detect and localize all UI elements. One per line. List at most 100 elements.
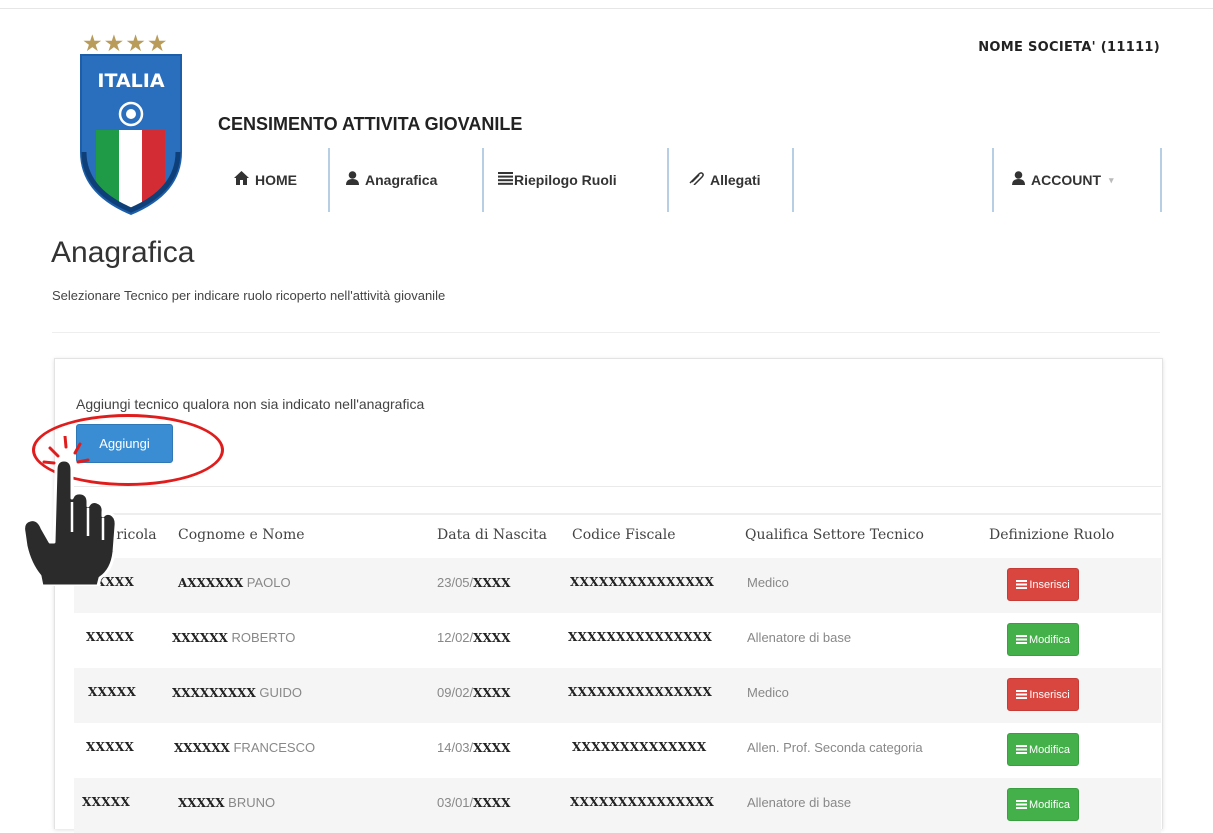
- cell-data-dm: 12/02/: [437, 630, 474, 645]
- button-label: Modifica: [1029, 633, 1070, 646]
- cell-data-dm: 09/02/: [437, 685, 474, 700]
- cell-qualifica: Medico: [747, 685, 789, 700]
- page-title: Anagrafica: [51, 236, 195, 269]
- nav-divider: [792, 148, 794, 212]
- cell-nome-first: GUIDO: [255, 685, 303, 700]
- cell-cognome: AXXXXXX: [178, 576, 244, 590]
- cell-nome: XXXXXX FRANCESCO: [174, 740, 315, 755]
- cell-nome: XXXXX BRUNO: [178, 795, 275, 810]
- cell-data: 23/05/XXXX: [437, 575, 510, 590]
- page-subtitle: Selezionare Tecnico per indicare ruolo r…: [52, 288, 446, 303]
- cell-matricola: XXXXX: [86, 630, 135, 644]
- figc-logo: ★★★★ ITALIA: [78, 30, 184, 216]
- user-icon: [1012, 171, 1025, 189]
- nav-allegati[interactable]: Allegati: [688, 148, 761, 212]
- nav-allegati-label: Allegati: [710, 172, 761, 188]
- table-header: Matricola Cognome e Nome Data di Nascita…: [74, 513, 1161, 562]
- cell-codice-fiscale: XXXXXXXXXXXXXXX: [568, 685, 713, 699]
- table-row: XXXXX AXXXXXX PAOLO 23/05/XXXX XXXXXXXXX…: [74, 558, 1161, 613]
- chevron-down-icon: ▾: [1109, 174, 1114, 185]
- table-row: XXXXX XXXXXX FRANCESCO 14/03/XXXX XXXXXX…: [74, 723, 1161, 778]
- nav-divider: [667, 148, 669, 212]
- button-label: Inserisci: [1029, 578, 1070, 591]
- nav-divider: [482, 148, 484, 212]
- cell-matricola: XXXXX: [82, 795, 131, 809]
- nav-anagrafica-label: Anagrafica: [365, 172, 438, 188]
- cell-data: 12/02/XXXX: [437, 630, 510, 645]
- cell-nome: AXXXXXX PAOLO: [178, 575, 291, 590]
- table-row: XXXXX XXXXXXXXX GUIDO 09/02/XXXX XXXXXXX…: [74, 668, 1161, 723]
- panel-divider: [74, 486, 1161, 487]
- cell-data-year: XXXX: [473, 576, 511, 590]
- cell-qualifica: Medico: [747, 575, 789, 590]
- cell-matricola: XXXXX: [88, 685, 137, 699]
- modifica-button[interactable]: Modifica: [1007, 788, 1079, 821]
- list-icon: [1016, 745, 1028, 754]
- list-icon: [1016, 580, 1028, 589]
- top-border: [0, 8, 1213, 9]
- cell-codice-fiscale: XXXXXXXXXXXXXX: [572, 740, 707, 754]
- app-title: CENSIMENTO ATTIVITA GIOVANILE: [218, 114, 523, 134]
- cell-cognome: XXXXXX: [172, 631, 228, 645]
- cell-codice-fiscale: XXXXXXXXXXXXXXX: [570, 575, 715, 589]
- nav-account[interactable]: ACCOUNT ▾: [1012, 148, 1114, 212]
- cell-nome: XXXXXXXXX GUIDO: [172, 685, 302, 700]
- cell-data: 09/02/XXXX: [437, 685, 510, 700]
- nav-riepilogo-label: Riepilogo Ruoli: [514, 172, 617, 188]
- col-qualifica: Qualifica Settore Tecnico: [745, 527, 924, 543]
- nav-riepilogo-ruoli[interactable]: Riepilogo Ruoli: [498, 148, 617, 212]
- cell-qualifica: Allenatore di base: [747, 795, 852, 810]
- cell-cognome: XXXXX: [178, 796, 225, 810]
- cell-data: 03/01/XXXX: [437, 795, 510, 810]
- inserisci-button[interactable]: Inserisci: [1007, 568, 1079, 601]
- nav-home-label: HOME: [255, 172, 297, 188]
- list-icon: [1016, 635, 1028, 644]
- divider: [52, 332, 1160, 333]
- col-definizione-ruolo: Definizione Ruolo: [989, 527, 1115, 543]
- user-icon: [346, 171, 359, 189]
- cell-nome-first: BRUNO: [224, 795, 276, 810]
- col-data-nascita: Data di Nascita: [437, 527, 547, 543]
- pointing-hand-icon: [22, 436, 118, 586]
- cell-data-dm: 03/01/: [437, 795, 474, 810]
- cell-nome-first: PAOLO: [243, 575, 291, 590]
- button-label: Inserisci: [1029, 688, 1070, 701]
- list-icon: [498, 171, 513, 189]
- cell-nome: XXXXXX ROBERTO: [172, 630, 295, 645]
- main-nav: HOME Anagrafica Riepilogo Ruoli Allegati…: [226, 148, 1166, 212]
- button-label: Modifica: [1029, 743, 1070, 756]
- nav-divider: [328, 148, 330, 212]
- modifica-button[interactable]: Modifica: [1007, 733, 1079, 766]
- list-icon: [1016, 690, 1028, 699]
- col-cognome-nome: Cognome e Nome: [178, 527, 305, 543]
- table-row: XXXXX XXXXXX ROBERTO 12/02/XXXX XXXXXXXX…: [74, 613, 1161, 668]
- cell-data-dm: 23/05/: [437, 575, 474, 590]
- nav-account-label: ACCOUNT: [1031, 172, 1101, 188]
- cell-codice-fiscale: XXXXXXXXXXXXXXX: [568, 630, 713, 644]
- nav-divider: [992, 148, 994, 212]
- cell-nome-first: ROBERTO: [227, 630, 296, 645]
- add-tecnico-text: Aggiungi tecnico qualora non sia indicat…: [76, 396, 425, 412]
- nav-home[interactable]: HOME: [234, 148, 297, 212]
- cell-data-dm: 14/03/: [437, 740, 474, 755]
- societa-label: NOME SOCIETA' (11111): [978, 40, 1160, 55]
- paperclip-icon: [688, 171, 704, 189]
- cell-qualifica: Allen. Prof. Seconda categoria: [747, 740, 923, 755]
- cell-matricola: XXXXX: [86, 740, 135, 754]
- shield-logo-icon: ITALIA: [80, 54, 182, 215]
- cell-data-year: XXXX: [473, 796, 511, 810]
- cell-data-year: XXXX: [473, 631, 511, 645]
- modifica-button[interactable]: Modifica: [1007, 623, 1079, 656]
- logo-text: ITALIA: [97, 70, 164, 92]
- button-label: Modifica: [1029, 798, 1070, 811]
- inserisci-button[interactable]: Inserisci: [1007, 678, 1079, 711]
- nav-anagrafica[interactable]: Anagrafica: [346, 148, 437, 212]
- list-icon: [1016, 800, 1028, 809]
- home-icon: [234, 171, 249, 189]
- cell-cognome: XXXXXX: [174, 741, 230, 755]
- cell-codice-fiscale: XXXXXXXXXXXXXXX: [570, 795, 715, 809]
- col-codice-fiscale: Codice Fiscale: [572, 527, 676, 543]
- cell-data: 14/03/XXXX: [437, 740, 510, 755]
- cell-cognome: XXXXXXXXX: [172, 686, 256, 700]
- cell-qualifica: Allenatore di base: [747, 630, 852, 645]
